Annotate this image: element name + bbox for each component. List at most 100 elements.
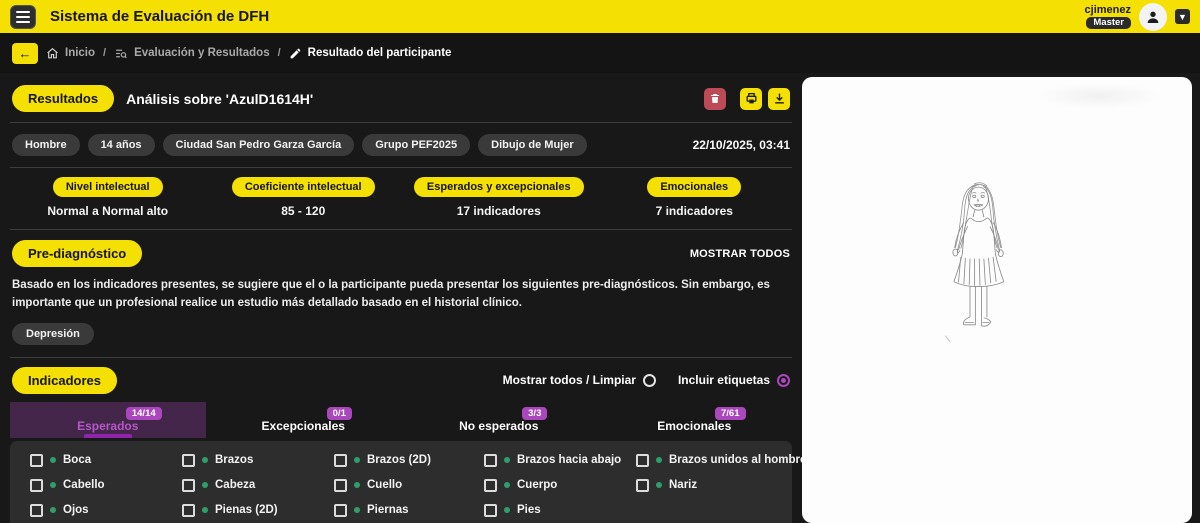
breadcrumb: ← Inicio / Evaluación y Resultados / Res… [0,33,1200,73]
indicator-item[interactable]: Brazos unidos al hombro [636,454,807,467]
indicator-item[interactable]: Cuello [334,479,484,492]
divider [10,357,792,358]
green-dot-icon [202,457,208,463]
chevron-down-icon[interactable]: ▼ [1175,9,1190,24]
user-area: cjimenez Master ▼ [1085,3,1190,31]
green-dot-icon [656,482,662,488]
tab-excepcionales[interactable]: 0/1 Excepcionales [206,402,402,438]
tab-no-esperados[interactable]: 3/3 No esperados [401,402,597,438]
green-dot-icon [656,457,662,463]
checkbox-icon[interactable] [182,479,195,492]
control-label: Mostrar todos / Limpiar [503,373,636,387]
tab-count-badge: 0/1 [327,407,352,420]
indicator-label: Cabello [63,479,105,491]
analysis-title: Análisis sobre 'AzulD1614H' [126,91,313,107]
indicator-label: Brazos [215,454,253,466]
indicator-item[interactable]: Brazos hacia abajo [484,454,636,467]
avatar[interactable] [1139,3,1167,31]
username: cjimenez [1085,4,1131,16]
breadcrumb-item-inicio[interactable]: Inicio [46,47,95,60]
tab-label: No esperados [459,419,538,433]
main-content: Resultados Análisis sobre 'AzulD1614H' H… [0,73,1200,523]
stat-label: Emocionales [647,177,741,197]
drawing-panel [802,77,1192,523]
indicator-label: Nariz [669,479,697,491]
stat-label: Nivel intelectual [53,177,163,197]
app-title: Sistema de Evaluación de DFH [50,8,269,25]
show-all-button[interactable]: MOSTRAR TODOS [690,248,790,260]
checkbox-icon[interactable] [30,479,43,492]
stat-label: Esperados y excepcionales [414,177,584,197]
checkbox-icon[interactable] [182,454,195,467]
checkbox-icon[interactable] [30,504,43,517]
checkbox-icon[interactable] [334,479,347,492]
breadcrumb-separator: / [278,47,281,59]
checkbox-icon[interactable] [484,504,497,517]
radio-checked-icon[interactable] [777,374,790,387]
checkbox-icon[interactable] [334,454,347,467]
timestamp: 22/10/2025, 03:41 [693,138,790,152]
stat-value: 85 - 120 [281,204,325,218]
indicator-item[interactable]: Pienas (2D) [182,504,334,517]
tab-label: Esperados [77,419,138,433]
checkbox-icon[interactable] [182,504,195,517]
indicator-label: Piernas [367,504,409,516]
breadcrumb-item-evaluacion[interactable]: Evaluación y Resultados [114,47,270,60]
stat-value: Normal a Normal alto [47,204,168,218]
printer-icon [745,92,758,105]
tab-count-badge: 3/3 [522,407,547,420]
indicator-item[interactable]: Brazos [182,454,334,467]
list-search-icon [114,47,128,60]
tab-emocionales[interactable]: 7/61 Emocionales [597,402,793,438]
stat-value: 7 indicadores [656,204,733,218]
checkbox-icon[interactable] [636,454,649,467]
divider [10,122,792,123]
pencil-icon [289,47,302,60]
indicator-item[interactable]: Cabello [30,479,182,492]
checkbox-icon[interactable] [334,504,347,517]
indicator-label: Pies [517,504,541,516]
stat-emotional: Emocionales 7 indicadores [597,177,793,218]
indicator-label: Cabeza [215,479,255,491]
checkbox-icon[interactable] [484,479,497,492]
include-labels-control[interactable]: Incluir etiquetas [678,373,790,387]
back-button[interactable]: ← [12,43,38,64]
checkbox-icon[interactable] [30,454,43,467]
download-button[interactable] [768,88,790,110]
tab-count-badge: 14/14 [126,407,162,420]
chip-drawing-type: Dibujo de Mujer [478,134,587,156]
indicator-item[interactable]: Boca [30,454,182,467]
results-header: Resultados Análisis sobre 'AzulD1614H' [12,85,790,112]
green-dot-icon [354,507,360,513]
radio-unchecked-icon[interactable] [643,374,656,387]
indicator-item[interactable]: Brazos (2D) [334,454,484,467]
tab-esperados[interactable]: 14/14 Esperados [10,402,206,438]
breadcrumb-item-current: Resultado del participante [289,47,452,60]
menu-icon[interactable] [10,5,36,29]
chip-age: 14 años [88,134,155,156]
print-button[interactable] [740,88,762,110]
checkbox-icon[interactable] [484,454,497,467]
prediagnosis-badge: Pre-diagnóstico [12,240,142,267]
stat-label: Coeficiente intelectual [232,177,375,197]
indicator-label: Brazos (2D) [367,454,431,466]
green-dot-icon [202,482,208,488]
indicator-item[interactable]: Nariz [636,479,807,492]
active-tab-indicator [84,434,132,438]
indicator-label: Ojos [63,504,89,516]
indicator-label: Brazos hacia abajo [517,454,621,466]
toolbar [704,88,790,110]
indicator-item[interactable]: Pies [484,504,636,517]
chip-city: Ciudad San Pedro Garza García [163,134,355,156]
indicator-item[interactable]: Piernas [334,504,484,517]
indicator-item[interactable]: Cuerpo [484,479,636,492]
indicator-item[interactable]: Cabeza [182,479,334,492]
checkbox-icon[interactable] [636,479,649,492]
results-badge: Resultados [12,85,114,112]
tab-label: Emocionales [657,419,731,433]
show-all-clear-control[interactable]: Mostrar todos / Limpiar [503,373,656,387]
home-icon [46,47,59,60]
delete-button[interactable] [704,88,726,110]
indicator-item[interactable]: Ojos [30,504,182,517]
download-icon [773,92,786,105]
